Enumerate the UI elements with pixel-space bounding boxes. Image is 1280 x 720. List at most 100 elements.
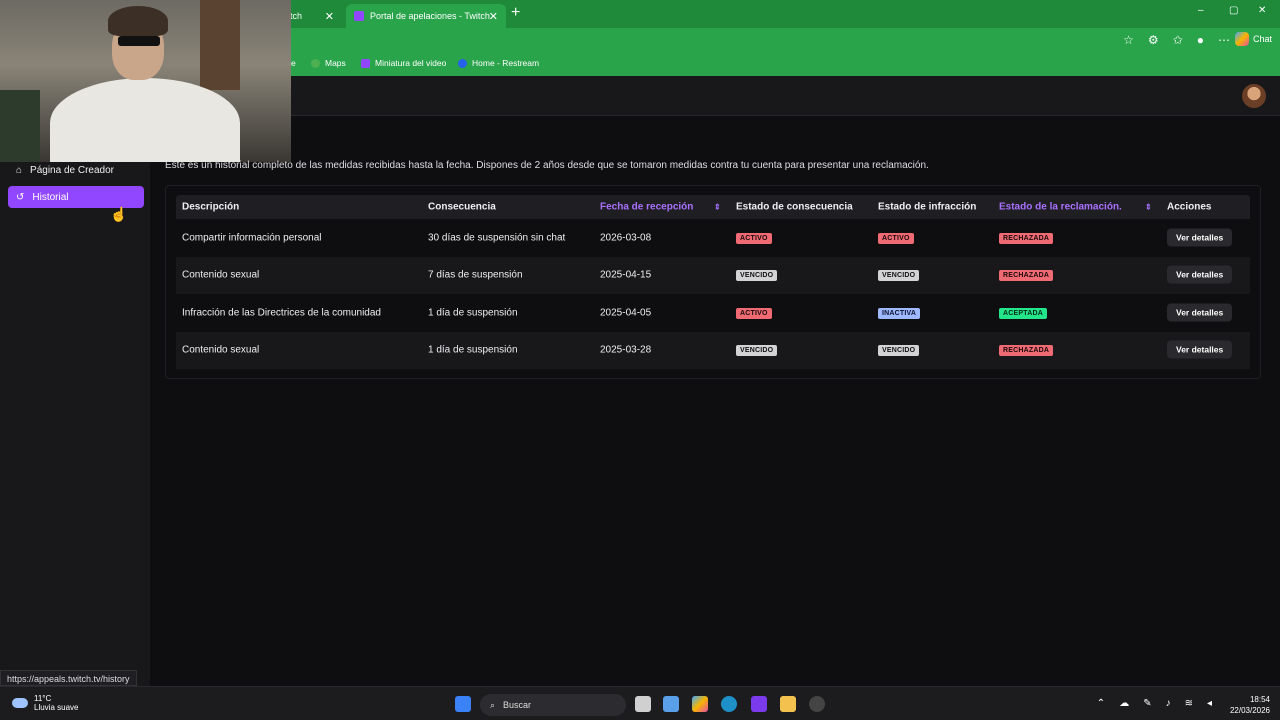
bookmark-miniatura[interactable]: Miniatura del video: [361, 58, 446, 68]
twitch-icon: [361, 58, 370, 68]
table-header: Descripción Consecuencia Fecha de recepc…: [176, 195, 1250, 219]
edge-browser-icon[interactable]: [721, 696, 737, 712]
windows-start-icon[interactable]: [455, 696, 471, 712]
search-icon: ⌕: [490, 699, 496, 710]
status-url-tooltip: https://appeals.twitch.tv/history: [0, 670, 137, 686]
cell-description: Contenido sexual: [182, 269, 260, 281]
header-date[interactable]: Fecha de recepción: [600, 202, 693, 213]
bookmark-label: Miniatura del video: [375, 58, 447, 68]
bookmark-restream[interactable]: Home - Restream: [458, 58, 539, 68]
status-badge: VENCIDO: [878, 270, 920, 282]
taskbar: 11°C Lluvia suave ⌕ Buscar ⌃ ☁ ✎ ♪ ≋ ◂ 1…: [0, 686, 1280, 720]
view-details-button[interactable]: Ver detalles: [1167, 340, 1233, 359]
store-icon[interactable]: [663, 696, 679, 712]
sidebar-item-label: Historial: [32, 191, 69, 203]
header-appeal-status[interactable]: Estado de la reclamación.: [999, 202, 1122, 213]
bookmark-label: Maps: [325, 58, 346, 68]
table-row: Contenido sexual 7 días de suspensión 20…: [176, 256, 1250, 294]
sort-icon[interactable]: ⇕: [1145, 203, 1152, 212]
status-badge: ACTIVO: [736, 232, 772, 244]
weather-widget[interactable]: 11°C Lluvia suave: [12, 694, 78, 712]
table-row: Infracción de las Directrices de la comu…: [176, 294, 1250, 332]
sort-icon[interactable]: ⇕: [714, 203, 721, 212]
chat-label: Chat: [1252, 34, 1272, 44]
home-icon: ⌂: [16, 164, 23, 176]
bookmark-label: Home - Restream: [472, 58, 540, 68]
minimize-button[interactable]: –: [1198, 5, 1204, 16]
cell-consequence: 30 días de suspensión sin chat: [428, 232, 566, 244]
more-menu-icon[interactable]: ⋯: [1218, 33, 1230, 47]
system-tray: ⌃ ☁ ✎ ♪ ≋ ◂: [1097, 698, 1212, 709]
app-icon[interactable]: [809, 696, 825, 712]
cell-description: Infracción de las Directrices de la comu…: [182, 307, 381, 319]
close-tab-icon[interactable]: ✕: [325, 10, 334, 23]
cell-consequence: 7 días de suspensión: [428, 269, 523, 281]
task-view-icon[interactable]: [635, 696, 651, 712]
time: 18:54: [1249, 695, 1270, 704]
cell-consequence: 1 día de suspensión: [428, 344, 518, 356]
favorite-star-icon[interactable]: ☆: [1123, 33, 1134, 47]
user-avatar[interactable]: [1242, 84, 1266, 108]
status-badge: INACTIVA: [878, 307, 921, 319]
close-tab-icon[interactable]: ✕: [489, 10, 498, 23]
taskbar-search[interactable]: ⌕ Buscar: [480, 694, 626, 716]
cell-date: 2025-04-05: [600, 307, 652, 319]
toolbar-icons: ☆ ⚙ ✩ ● ⋯: [1123, 33, 1230, 47]
bookmark-maps[interactable]: Maps: [311, 58, 346, 68]
sidebar-item-label: Página de Creador: [30, 164, 114, 176]
cell-date: 2025-03-28: [600, 344, 652, 356]
file-explorer-icon[interactable]: [780, 696, 796, 712]
status-badge: ACEPTADA: [999, 307, 1047, 319]
header-infraction-status[interactable]: Estado de infracción: [878, 202, 976, 213]
extensions-icon[interactable]: ⚙: [1148, 33, 1159, 47]
sidebar-item-creator-page[interactable]: ⌂ Página de Creador: [8, 159, 144, 181]
webcam-background: [0, 90, 40, 162]
view-details-button[interactable]: Ver detalles: [1167, 303, 1233, 322]
history-icon: ↺: [16, 191, 25, 203]
status-badge: RECHAZADA: [999, 232, 1054, 244]
status-badge: RECHAZADA: [999, 345, 1054, 357]
copilot-icon: [1234, 32, 1249, 46]
cloud-icon[interactable]: ☁: [1119, 698, 1129, 709]
status-badge: VENCIDO: [878, 345, 920, 357]
close-window-button[interactable]: ✕: [1258, 5, 1266, 16]
header-description[interactable]: Descripción: [182, 202, 239, 213]
webcam-person: [50, 78, 240, 162]
new-tab-button[interactable]: +: [511, 4, 520, 22]
microphone-icon[interactable]: ♪: [1166, 698, 1171, 709]
restore-button[interactable]: ▢: [1229, 5, 1238, 16]
table-row: Compartir información personal 30 días d…: [176, 219, 1250, 257]
favorites-icon[interactable]: ✩: [1173, 33, 1183, 47]
copilot-chat-button[interactable]: Chat: [1234, 32, 1272, 46]
chevron-up-icon[interactable]: ⌃: [1097, 698, 1105, 709]
profile-icon[interactable]: ●: [1197, 33, 1204, 47]
clock[interactable]: 18:54 22/03/2026: [1230, 694, 1270, 716]
sidebar: ⌂ Página de Creador ↺ Historial: [0, 116, 150, 686]
cell-description: Compartir información personal: [182, 232, 322, 244]
twitch-favicon-icon: [354, 11, 364, 21]
wifi-icon[interactable]: ≋: [1185, 698, 1193, 709]
search-placeholder: Buscar: [503, 700, 532, 710]
maps-icon: [311, 58, 320, 68]
temperature: 11°C: [34, 694, 52, 703]
view-details-button[interactable]: Ver detalles: [1167, 265, 1233, 284]
status-badge: VENCIDO: [736, 270, 778, 282]
browser-tab-active[interactable]: Portal de apelaciones - Twitch ✕: [346, 4, 506, 28]
copilot-app-icon[interactable]: [692, 696, 708, 712]
status-badge: VENCIDO: [736, 345, 778, 357]
pen-icon[interactable]: ✎: [1143, 698, 1151, 709]
header-consequence-status[interactable]: Estado de consecuencia: [736, 202, 853, 213]
cell-date: 2025-04-15: [600, 269, 652, 281]
bookmark-item[interactable]: e: [291, 58, 296, 68]
app-icon[interactable]: [751, 696, 767, 712]
header-consequence[interactable]: Consecuencia: [428, 202, 496, 213]
sidebar-item-history[interactable]: ↺ Historial: [8, 186, 144, 208]
date: 22/03/2026: [1229, 706, 1270, 715]
restream-icon: [458, 58, 467, 68]
view-details-button[interactable]: Ver detalles: [1167, 228, 1233, 247]
tab-label: Portal de apelaciones - Twitch: [370, 11, 490, 21]
cell-description: Contenido sexual: [182, 344, 260, 356]
volume-icon[interactable]: ◂: [1207, 698, 1212, 709]
page-description: Este es un historial completo de las med…: [165, 160, 929, 171]
weather-description: Lluvia suave: [34, 703, 79, 712]
